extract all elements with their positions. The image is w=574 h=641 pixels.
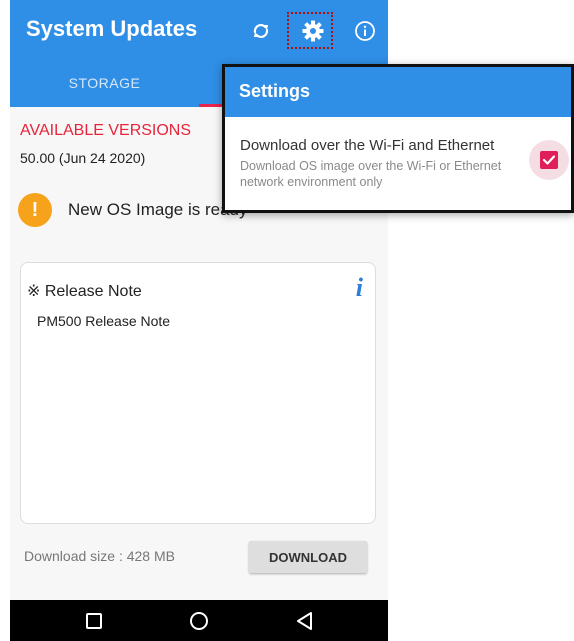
wifi-ethernet-option-desc: Download OS image over the Wi-Fi or Ethe… bbox=[240, 159, 502, 189]
app-bar: System Updates bbox=[10, 0, 388, 62]
checkmark-icon bbox=[542, 155, 556, 165]
version-label: 50.00 (Jun 24 2020) bbox=[20, 150, 146, 166]
release-info-icon[interactable]: i bbox=[356, 273, 363, 303]
release-note-card: ※ Release Note i PM500 Release Note bbox=[20, 262, 376, 524]
settings-title: Settings bbox=[239, 81, 311, 101]
system-nav-bar bbox=[10, 600, 388, 641]
tab-storage[interactable]: STORAGE bbox=[10, 62, 199, 107]
exclamation-icon: ! bbox=[18, 193, 52, 227]
release-note-body: PM500 Release Note bbox=[37, 313, 171, 329]
download-button[interactable]: DOWNLOAD bbox=[249, 541, 367, 573]
settings-popup: Settings Download over the Wi-Fi and Eth… bbox=[222, 64, 574, 213]
refresh-icon[interactable] bbox=[248, 18, 274, 44]
back-triangle-icon[interactable] bbox=[294, 610, 316, 632]
home-circle-icon[interactable] bbox=[188, 610, 210, 632]
app-title: System Updates bbox=[26, 16, 198, 41]
release-note-heading: ※ Release Note bbox=[27, 283, 142, 300]
available-versions-heading: AVAILABLE VERSIONS bbox=[20, 122, 192, 139]
wifi-ethernet-option-title[interactable]: Download over the Wi-Fi and Ethernet bbox=[240, 137, 494, 154]
wifi-ethernet-checkbox[interactable] bbox=[540, 151, 558, 169]
info-circle-icon[interactable] bbox=[352, 18, 378, 44]
status-text: New OS Image is ready bbox=[68, 200, 248, 219]
recent-apps-square-icon[interactable] bbox=[83, 610, 105, 632]
download-size-label: Download size : 428 MB bbox=[24, 548, 175, 564]
gear-highlight-box bbox=[287, 12, 333, 49]
settings-header: Settings bbox=[225, 67, 571, 117]
